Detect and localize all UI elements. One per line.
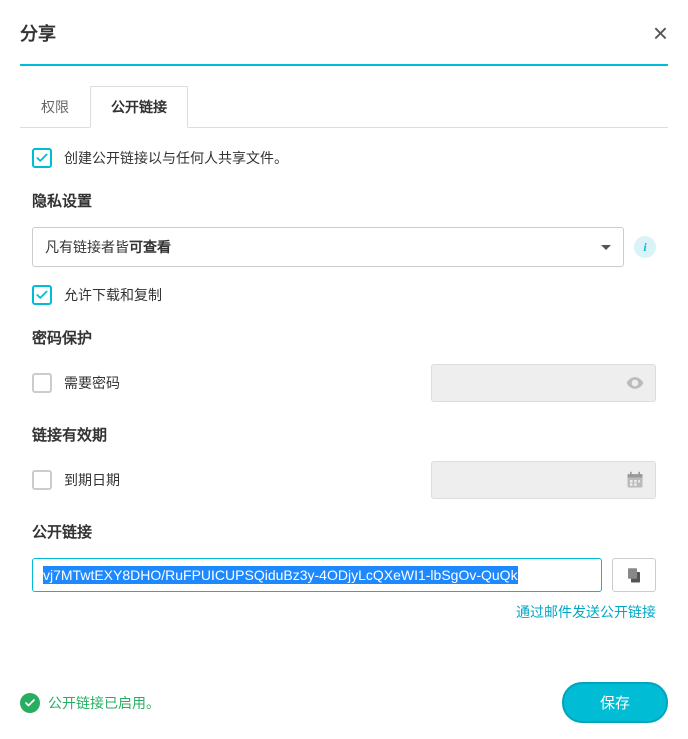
- dialog-title: 分享: [20, 20, 56, 46]
- status-text: 公开链接已启用。: [48, 693, 160, 713]
- tab-permissions[interactable]: 权限: [20, 86, 90, 128]
- tabs: 权限 公开链接: [20, 86, 668, 128]
- close-icon: ×: [653, 18, 668, 48]
- public-link-value: vj7MTwtEXY8DHO/RuFPUICUPSQiduBz3y-4ODjyL…: [43, 566, 518, 584]
- expiry-date-label: 到期日期: [64, 470, 120, 490]
- allow-download-checkbox[interactable]: [32, 285, 52, 305]
- expiry-date-checkbox[interactable]: [32, 470, 52, 490]
- privacy-select[interactable]: 凡有链接者皆可查看: [32, 227, 624, 267]
- create-link-checkbox[interactable]: [32, 148, 52, 168]
- calendar-icon[interactable]: [625, 470, 645, 490]
- copy-link-button[interactable]: [612, 558, 656, 592]
- close-button[interactable]: ×: [653, 20, 668, 46]
- public-link-input[interactable]: vj7MTwtEXY8DHO/RuFPUICUPSQiduBz3y-4ODjyL…: [32, 558, 602, 592]
- chevron-down-icon: [601, 245, 611, 250]
- expiry-title: 链接有效期: [32, 424, 656, 445]
- require-password-label: 需要密码: [64, 373, 120, 393]
- info-icon[interactable]: i: [634, 236, 656, 258]
- save-button[interactable]: 保存: [562, 682, 668, 723]
- success-icon: [20, 693, 40, 713]
- privacy-select-value: 凡有链接者皆可查看: [45, 237, 171, 257]
- password-input[interactable]: [442, 375, 625, 391]
- eye-icon[interactable]: [625, 373, 645, 393]
- copy-icon: [625, 566, 643, 584]
- expiry-date-input[interactable]: [442, 472, 625, 488]
- tab-public-link[interactable]: 公开链接: [90, 86, 188, 128]
- require-password-checkbox[interactable]: [32, 373, 52, 393]
- public-link-title: 公开链接: [32, 521, 656, 542]
- create-link-label: 创建公开链接以与任何人共享文件。: [64, 148, 288, 168]
- check-icon: [35, 288, 49, 302]
- status-message: 公开链接已启用。: [20, 693, 160, 713]
- send-email-link[interactable]: 通过邮件发送公开链接: [32, 602, 656, 622]
- password-title: 密码保护: [32, 327, 656, 348]
- privacy-title: 隐私设置: [32, 190, 656, 211]
- expiry-input-group: [431, 461, 656, 499]
- password-input-group: [431, 364, 656, 402]
- check-icon: [35, 151, 49, 165]
- allow-download-label: 允许下载和复制: [64, 285, 162, 305]
